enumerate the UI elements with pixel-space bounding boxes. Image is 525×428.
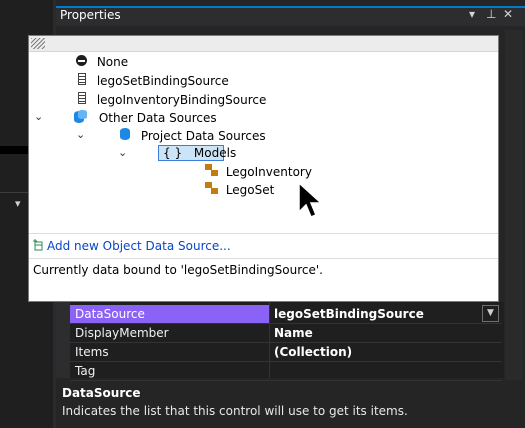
none-icon — [76, 55, 87, 66]
properties-scrollbar[interactable] — [505, 30, 523, 380]
class-icon — [205, 182, 218, 194]
tree-item-legoset[interactable]: LegoSet — [205, 182, 274, 197]
property-value[interactable]: Name — [274, 326, 313, 340]
description-text: Indicates the list that this control wil… — [62, 404, 408, 418]
property-name[interactable]: DataSource — [75, 307, 145, 321]
window-dropdown-icon[interactable]: ▾ — [469, 7, 475, 21]
chevron-down-icon[interactable]: ▼ — [482, 305, 499, 322]
resize-grip-icon[interactable] — [31, 38, 45, 49]
tree-item-label[interactable]: None — [97, 55, 128, 69]
property-grid-gutter — [56, 302, 70, 378]
property-value[interactable]: legoSetBindingSource — [274, 307, 424, 321]
add-object-data-source-link[interactable]: Add new Object Data Source... — [47, 239, 231, 253]
property-name[interactable]: Tag — [75, 364, 95, 378]
chevron-down-icon[interactable]: ⌄ — [118, 146, 127, 159]
tree-item-label[interactable]: Models — [194, 146, 236, 160]
popup-resize-grip[interactable] — [29, 36, 498, 52]
tree-item-legoinventory-bindingsource[interactable]: legoInventoryBindingSource — [78, 92, 266, 107]
property-value[interactable]: (Collection) — [274, 345, 352, 359]
database-icon — [120, 128, 130, 140]
data-sources-icon — [74, 110, 89, 123]
tree-item-label[interactable]: legoInventoryBindingSource — [97, 93, 267, 107]
dropdown-icon[interactable]: ▾ — [15, 197, 21, 210]
tree-item-legoinventory[interactable]: LegoInventory — [205, 164, 312, 179]
description-title: DataSource — [62, 386, 141, 400]
tree-item-none[interactable]: None — [76, 55, 128, 69]
property-row[interactable] — [70, 362, 502, 381]
namespace-icon: { } — [163, 146, 183, 160]
chevron-down-icon[interactable]: ⌄ — [34, 110, 43, 123]
tree-item-models[interactable]: { } Models — [163, 146, 236, 160]
chevron-down-icon[interactable]: ⌄ — [76, 128, 85, 141]
add-data-source-icon[interactable] — [33, 239, 43, 251]
popup-divider — [29, 258, 498, 259]
binding-status-text: Currently data bound to 'legoSetBindingS… — [33, 263, 323, 277]
tree-item-legoset-bindingsource[interactable]: legoSetBindingSource — [78, 73, 229, 88]
pin-icon[interactable]: ⊥ — [486, 7, 496, 21]
tree-item-label[interactable]: LegoSet — [226, 183, 275, 197]
tree-item-label[interactable]: Project Data Sources — [141, 129, 266, 143]
class-icon — [205, 164, 218, 176]
property-name[interactable]: Items — [75, 345, 109, 359]
mouse-cursor-icon — [298, 182, 323, 218]
left-pane-strip — [0, 146, 28, 154]
tree-item-label[interactable]: Other Data Sources — [99, 111, 217, 125]
properties-title-bar — [56, 6, 525, 26]
binding-source-icon — [78, 92, 86, 104]
tree-item-project-data-sources[interactable]: Project Data Sources — [120, 128, 266, 143]
properties-title: Properties — [60, 8, 121, 22]
tree-item-other-data-sources[interactable]: Other Data Sources — [74, 110, 217, 125]
tree-item-label[interactable]: legoSetBindingSource — [97, 74, 229, 88]
binding-source-icon — [78, 73, 86, 85]
tree-item-label[interactable]: LegoInventory — [226, 165, 312, 179]
property-name[interactable]: DisplayMember — [75, 326, 169, 340]
popup-divider — [29, 233, 498, 234]
close-icon[interactable]: ✕ — [503, 7, 513, 21]
